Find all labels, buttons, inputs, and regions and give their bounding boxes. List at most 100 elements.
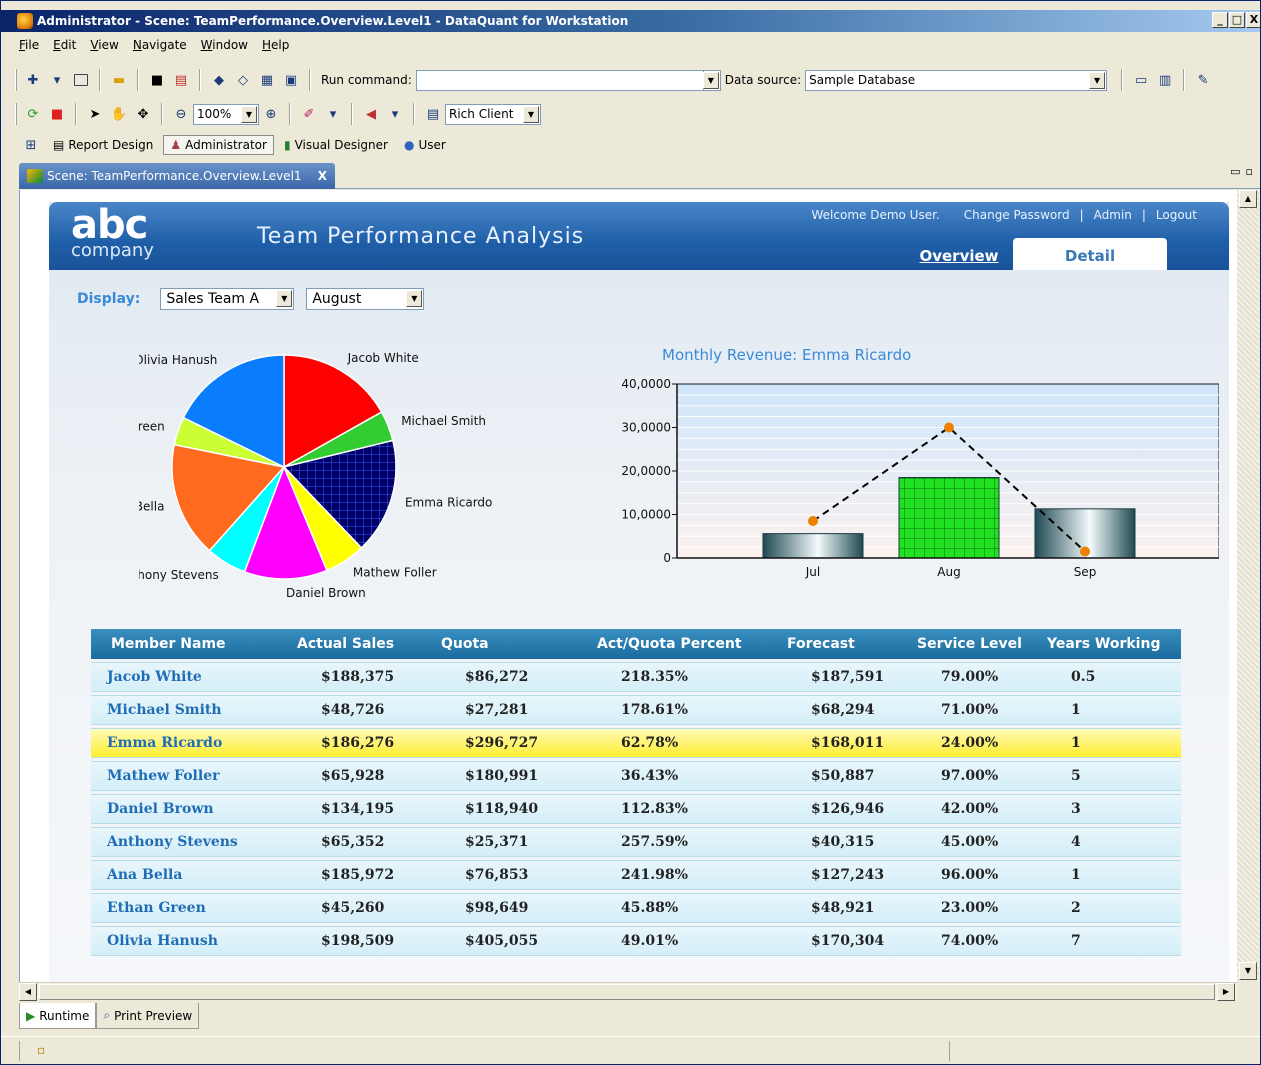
- hand-icon[interactable]: ✋: [109, 104, 129, 124]
- member-name-link[interactable]: Ana Bella: [91, 860, 281, 890]
- table-row[interactable]: Jacob White $188,375 $86,272 218.35% $187,59…: [91, 662, 1181, 692]
- run-command-dropdown[interactable]: ▼: [702, 69, 721, 91]
- table-row[interactable]: Ana Bella $185,972 $76,853 241.98% $127,243 9…: [91, 860, 1181, 890]
- forecast-point[interactable]: [944, 422, 954, 433]
- member-name-link[interactable]: Anthony Stevens: [91, 827, 281, 857]
- column-header[interactable]: Member Name: [91, 629, 281, 659]
- scroll-left-icon[interactable]: ◀: [19, 983, 37, 1001]
- revenue-bar[interactable]: [898, 477, 1000, 559]
- menu-navigate[interactable]: Navigate: [133, 34, 187, 56]
- table-row[interactable]: Daniel Brown $134,195 $118,940 112.83% $126,…: [91, 794, 1181, 824]
- scroll-down-icon[interactable]: ▼: [1239, 962, 1257, 980]
- dropdown-arrow-icon[interactable]: ▾: [323, 104, 343, 124]
- move-icon[interactable]: ✥: [133, 104, 153, 124]
- table-row[interactable]: Ethan Green $45,260 $98,649 45.88% $48,921 23…: [91, 893, 1181, 923]
- revenue-bar[interactable]: [762, 533, 864, 559]
- tab-overview[interactable]: Overview: [905, 238, 1013, 270]
- close-icon[interactable]: X: [318, 163, 327, 189]
- pen-icon[interactable]: ✐: [299, 104, 319, 124]
- tab-print-preview[interactable]: ⌕ Print Preview: [96, 1003, 200, 1029]
- member-name-link[interactable]: Ethan Green: [91, 893, 281, 923]
- stop-icon[interactable]: ■: [47, 104, 67, 124]
- database-icon[interactable]: ◆: [209, 70, 229, 90]
- member-name-link[interactable]: Daniel Brown: [91, 794, 281, 824]
- zoom-out-icon[interactable]: ⊖: [171, 104, 191, 124]
- open-perspective-icon[interactable]: ⊞: [21, 135, 41, 155]
- tab-label: Scene: TeamPerformance.Overview.Level1: [47, 169, 302, 183]
- edit-icon[interactable]: ✎: [1193, 70, 1213, 90]
- tab-runtime[interactable]: ▶ Runtime: [19, 1003, 97, 1029]
- table-cell: $76,853: [431, 860, 581, 890]
- table-row[interactable]: Anthony Stevens $65,352 $25,371 257.59% $40,…: [91, 827, 1181, 857]
- pointer-icon[interactable]: ➤: [85, 104, 105, 124]
- perspective-report-design[interactable]: ▤ Report Design: [47, 136, 159, 154]
- zoom-in-icon[interactable]: ⊕: [261, 104, 281, 124]
- member-name-link[interactable]: Jacob White: [91, 662, 281, 692]
- layout-split-icon[interactable]: ▥: [1155, 70, 1175, 90]
- open-folder-icon[interactable]: ▬: [109, 70, 129, 90]
- table-icon[interactable]: ▦: [257, 70, 277, 90]
- scroll-right-icon[interactable]: ▶: [1217, 983, 1235, 1001]
- menu-window[interactable]: Window: [201, 34, 248, 56]
- forecast-point[interactable]: [1080, 546, 1090, 557]
- table-row[interactable]: Olivia Hanush $198,509 $405,055 49.01% $170,…: [91, 926, 1181, 956]
- perspective-visual-designer[interactable]: ▮ Visual Designer: [278, 136, 394, 154]
- properties-icon[interactable]: ▤: [423, 104, 443, 124]
- query-icon[interactable]: ◇: [233, 70, 253, 90]
- member-name-link[interactable]: Michael Smith: [91, 695, 281, 725]
- minimize-button[interactable]: _: [1212, 12, 1228, 28]
- column-header[interactable]: Years Working: [1031, 629, 1181, 659]
- refresh-icon[interactable]: ⟳: [23, 104, 43, 124]
- save-icon[interactable]: [71, 70, 91, 90]
- layout-icon[interactable]: ▭: [1131, 70, 1151, 90]
- vertical-scrollbar[interactable]: ▲ ▼: [1237, 190, 1259, 982]
- new-item-icon[interactable]: ▫: [37, 1043, 45, 1057]
- table-row[interactable]: Emma Ricardo $186,276 $296,727 62.78% $168,0…: [91, 728, 1181, 758]
- maximize-button[interactable]: □: [1229, 12, 1245, 28]
- tab-scene[interactable]: Scene: TeamPerformance.Overview.Level1 X: [19, 163, 335, 189]
- admin-link[interactable]: Admin: [1094, 208, 1132, 222]
- close-button[interactable]: X: [1246, 12, 1260, 28]
- menu-file[interactable]: File: [19, 34, 39, 56]
- run-command-input[interactable]: [415, 69, 704, 91]
- logout-link[interactable]: Logout: [1156, 208, 1197, 222]
- console-icon[interactable]: ■: [147, 70, 167, 90]
- month-select[interactable]: August ▼: [306, 288, 425, 310]
- column-header[interactable]: Act/Quota Percent: [581, 629, 771, 659]
- perspective-user[interactable]: ● User: [398, 136, 452, 154]
- team-select[interactable]: Sales Team A ▼: [160, 288, 295, 310]
- dropdown-arrow-icon[interactable]: ▾: [385, 104, 405, 124]
- dropdown-arrow-icon[interactable]: ▾: [47, 70, 67, 90]
- menu-edit[interactable]: Edit: [53, 34, 76, 56]
- minimize-maximize-icon[interactable]: ▭▫: [1230, 165, 1258, 178]
- forecast-point[interactable]: [808, 516, 818, 527]
- toolbar-grip[interactable]: [15, 103, 17, 125]
- member-name-link[interactable]: Olivia Hanush: [91, 926, 281, 956]
- back-icon[interactable]: ◀: [361, 104, 381, 124]
- client-select[interactable]: Rich Client ▼: [445, 103, 541, 125]
- print-icon[interactable]: ▣: [281, 70, 301, 90]
- zoom-select[interactable]: 100% ▼: [193, 103, 259, 125]
- scroll-thumb[interactable]: [39, 984, 1215, 1000]
- menu-view[interactable]: View: [90, 34, 118, 56]
- toolbar-grip[interactable]: [15, 69, 17, 91]
- table-row[interactable]: Michael Smith $48,726 $27,281 178.61% $68,29…: [91, 695, 1181, 725]
- scroll-up-icon[interactable]: ▲: [1239, 190, 1257, 208]
- data-source-select[interactable]: Sample Database ▼: [805, 69, 1108, 91]
- tab-detail[interactable]: Detail: [1013, 238, 1167, 270]
- column-header[interactable]: Service Level: [901, 629, 1031, 659]
- menu-help[interactable]: Help: [262, 34, 289, 56]
- member-name-link[interactable]: Emma Ricardo: [91, 728, 281, 758]
- perspective-administrator[interactable]: ♟ Administrator: [163, 135, 274, 155]
- chevron-down-icon: ▼: [241, 105, 257, 123]
- table-row[interactable]: Mathew Foller $65,928 $180,991 36.43% $50,88…: [91, 761, 1181, 791]
- table-cell: $48,726: [281, 695, 431, 725]
- export-icon[interactable]: ▤: [171, 70, 191, 90]
- column-header[interactable]: Quota: [431, 629, 581, 659]
- horizontal-scrollbar[interactable]: ◀ ▶: [19, 982, 1237, 1001]
- column-header[interactable]: Forecast: [771, 629, 901, 659]
- change-password-link[interactable]: Change Password: [964, 208, 1070, 222]
- column-header[interactable]: Actual Sales: [281, 629, 431, 659]
- new-icon[interactable]: ✚: [23, 70, 43, 90]
- member-name-link[interactable]: Mathew Foller: [91, 761, 281, 791]
